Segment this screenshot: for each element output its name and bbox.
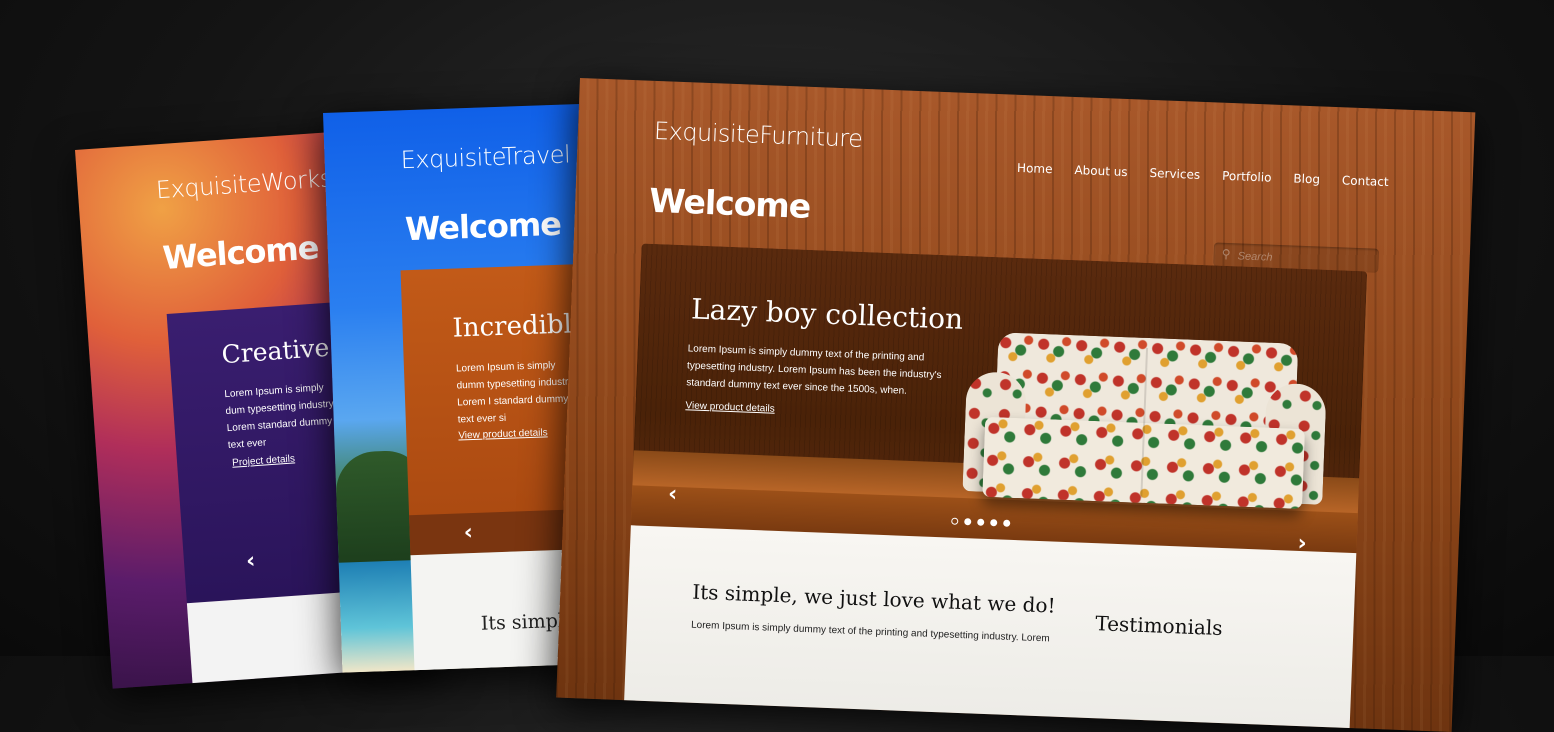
slider-dot[interactable] bbox=[951, 517, 959, 525]
nav-portfolio[interactable]: Portfolio bbox=[1222, 169, 1272, 185]
sofa-image bbox=[962, 331, 1328, 515]
body-text: Lorem Ipsum is simply dummy text of the … bbox=[690, 619, 1050, 645]
brand-logo: ExquisiteTravel bbox=[400, 140, 571, 175]
brand-logo: ExquisiteWorks bbox=[155, 164, 333, 205]
site-preview-furniture: ExquisiteFurniture Welcome Home About us… bbox=[556, 78, 1476, 732]
slider-dot[interactable] bbox=[1003, 519, 1011, 527]
slider-dot[interactable] bbox=[977, 518, 985, 526]
page-title: Welcome bbox=[648, 180, 811, 226]
nav-about-us[interactable]: About us bbox=[1074, 163, 1128, 179]
slider-prev-icon[interactable]: ‹ bbox=[463, 520, 473, 545]
slide-description: Lorem Ipsum is simply dummy text of the … bbox=[686, 343, 942, 397]
content-area: Its simple, we just love what we do! Lor… bbox=[623, 525, 1357, 732]
slider-prev-icon[interactable]: ‹ bbox=[245, 548, 256, 574]
nav-home[interactable]: Home bbox=[1017, 161, 1053, 176]
slide-title: Incredible bbox=[452, 308, 588, 344]
nav-blog[interactable]: Blog bbox=[1293, 171, 1320, 186]
testimonials-heading: Testimonials bbox=[1094, 611, 1224, 641]
nav-contact[interactable]: Contact bbox=[1342, 173, 1389, 189]
slider-dot[interactable] bbox=[990, 519, 998, 527]
page-title: Welcome bbox=[404, 204, 562, 249]
slide-description: Lorem Ipsum is simply dum typesetting in… bbox=[224, 382, 337, 452]
nav-services[interactable]: Services bbox=[1149, 166, 1200, 182]
slide-description: Lorem Ipsum is simply dumm typesetting i… bbox=[455, 360, 576, 426]
search-icon: ⚲ bbox=[1221, 246, 1231, 262]
slider-prev-icon[interactable]: ‹ bbox=[668, 482, 678, 507]
tagline: Its simple, we just love what we do! bbox=[691, 579, 1056, 618]
brand-logo: ExquisiteFurniture bbox=[653, 116, 864, 153]
main-nav: Home About us Services Portfolio Blog Co… bbox=[1017, 161, 1389, 189]
page-title: Welcome bbox=[161, 228, 320, 278]
slider-dot[interactable] bbox=[964, 518, 972, 526]
